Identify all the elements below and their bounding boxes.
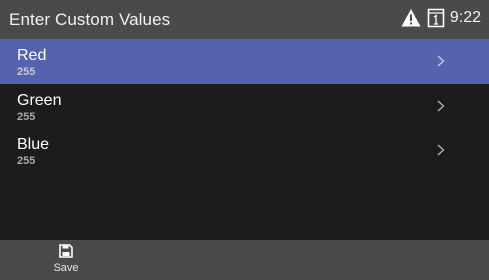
sd-card-icon [427, 8, 445, 28]
save-label: Save [53, 262, 79, 274]
status-icons: 9:22 [401, 8, 481, 28]
list-item-green[interactable]: Green 255 [0, 84, 489, 128]
chevron-right-icon [437, 100, 445, 112]
chevron-right-icon [437, 55, 445, 67]
chevron-right-icon [437, 144, 445, 156]
item-value: 255 [17, 111, 36, 123]
item-value: 255 [17, 155, 36, 167]
screen: Enter Custom Values 9:22 Red 255 Green 2… [0, 0, 489, 280]
item-label: Green [17, 92, 62, 109]
values-list: Red 255 Green 255 Blue 255 [0, 39, 489, 172]
clock: 9:22 [449, 9, 481, 26]
item-value: 255 [17, 66, 36, 78]
item-label: Red [17, 47, 47, 64]
bottom-toolbar: Save [0, 240, 489, 280]
floppy-disk-icon [59, 244, 73, 258]
status-bar: Enter Custom Values 9:22 [0, 0, 489, 39]
warning-icon [401, 9, 421, 27]
list-item-blue[interactable]: Blue 255 [0, 128, 489, 172]
list-item-red[interactable]: Red 255 [0, 39, 489, 84]
save-button[interactable]: Save [46, 240, 86, 280]
page-title: Enter Custom Values [9, 10, 171, 29]
item-label: Blue [17, 136, 50, 153]
